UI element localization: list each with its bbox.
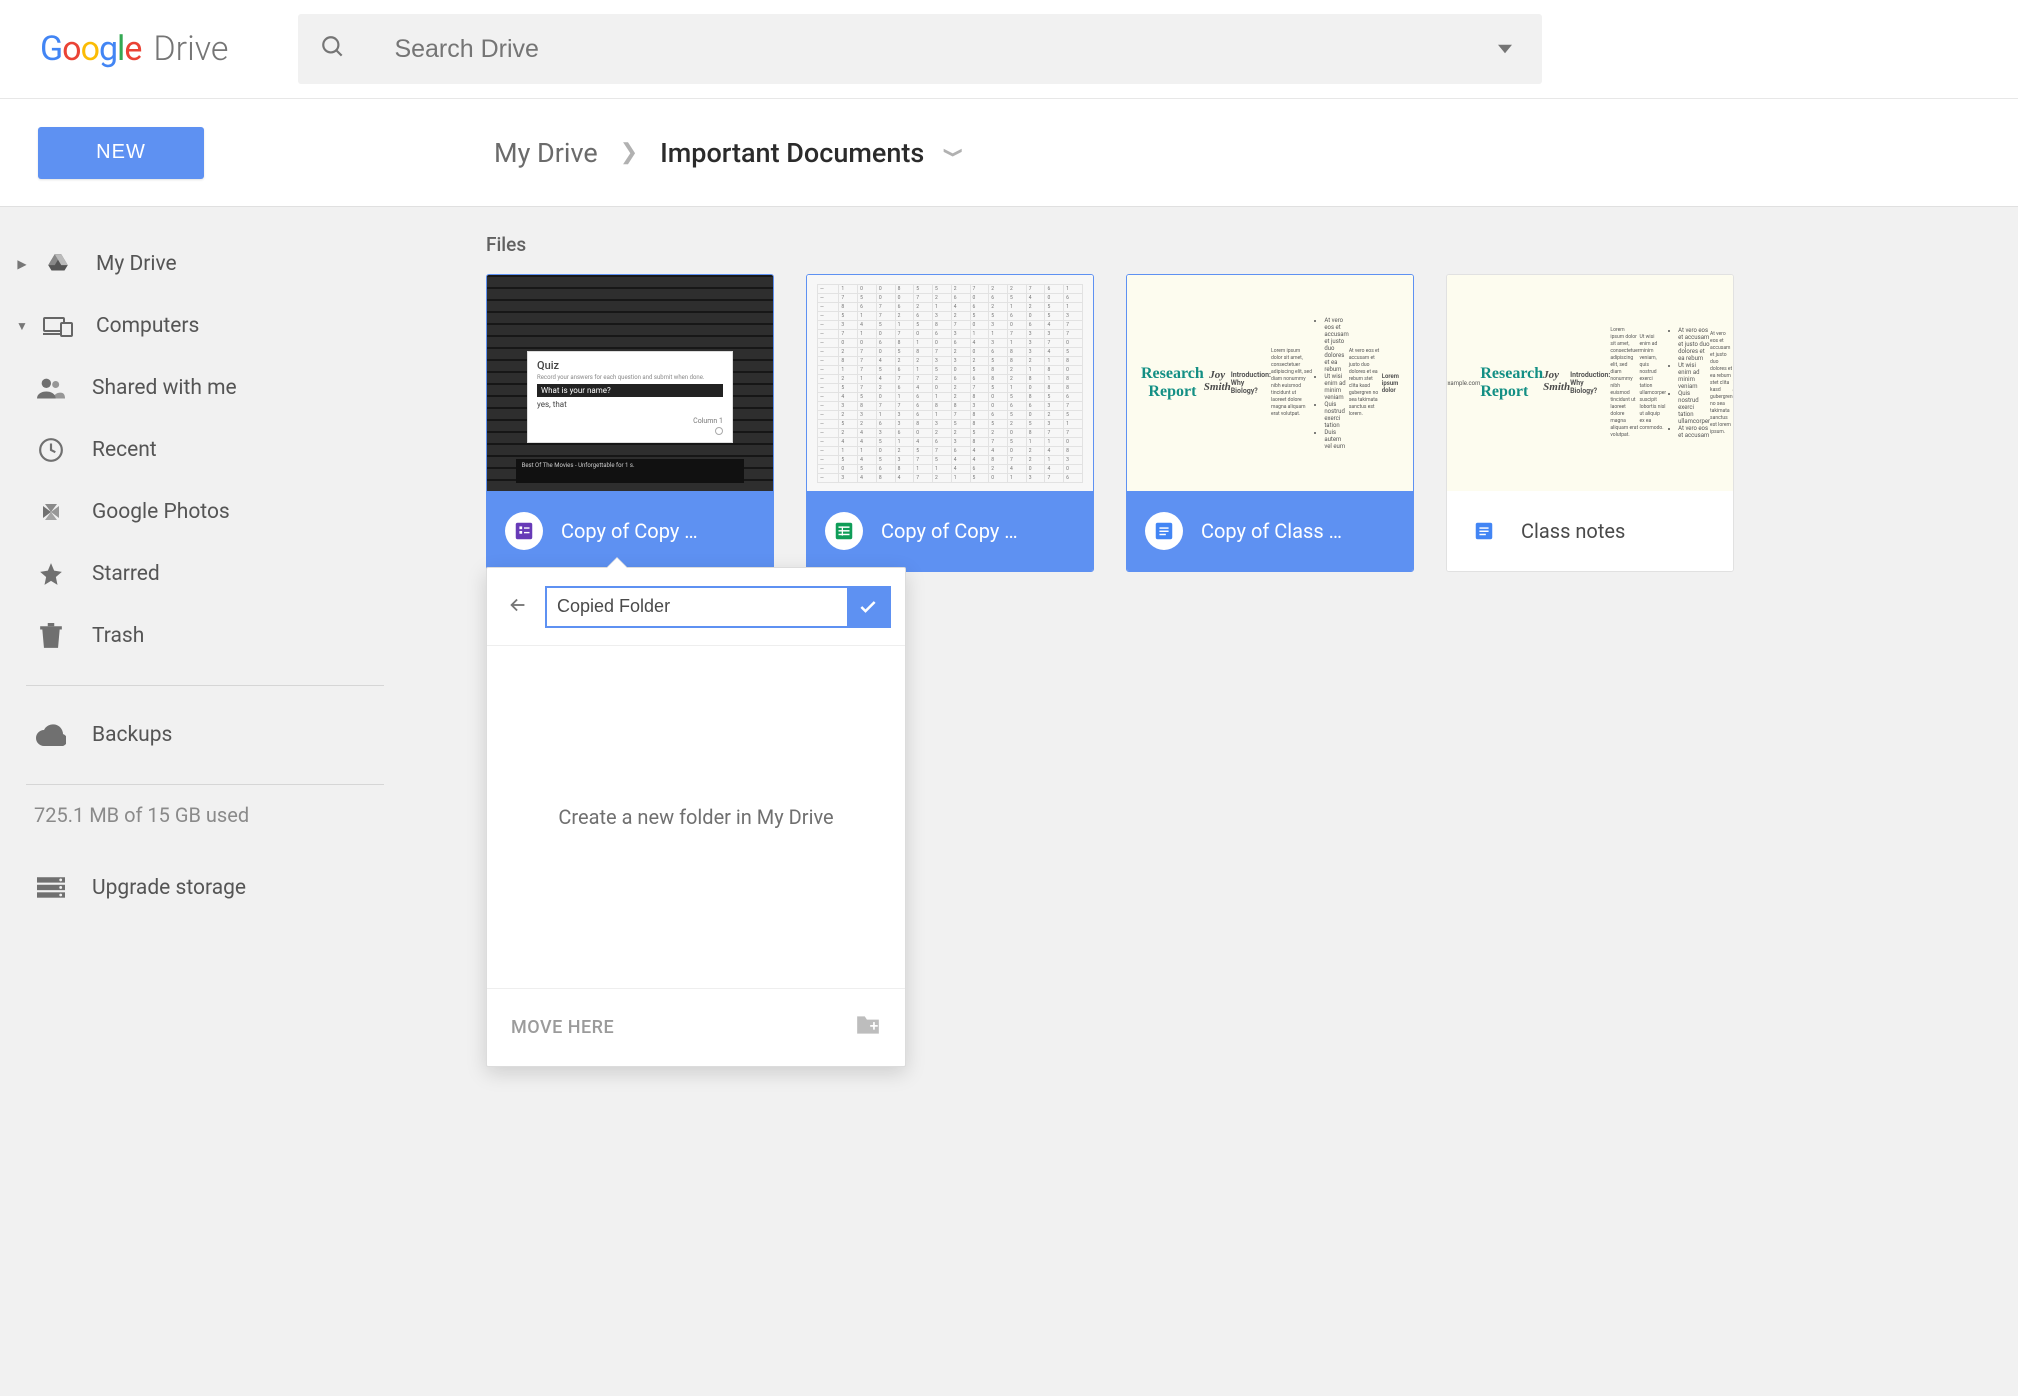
files-grid: Quiz Record your answers for each questi…	[486, 274, 2018, 572]
thumb-form-title: Quiz	[537, 359, 723, 372]
thumb-form-hint: Record your answers for each question an…	[537, 374, 723, 381]
thumb-doc-heading: Introduction: Why Biology?	[1231, 371, 1271, 395]
divider	[26, 784, 384, 785]
sidebar-item-recent[interactable]: Recent	[0, 419, 410, 481]
google-logo-text: Google	[40, 29, 141, 69]
popover-body-text: Create a new folder in My Drive	[558, 805, 833, 829]
file-name: Class notes	[1521, 519, 1625, 543]
thumb-doc-author: Joy Smith	[1543, 369, 1570, 393]
file-card-footer: Copy of Copy …	[487, 491, 773, 571]
computers-icon	[34, 314, 82, 338]
logo[interactable]: Google Drive	[40, 29, 228, 69]
search-icon	[320, 34, 346, 64]
search-box[interactable]	[298, 14, 1542, 84]
file-card-footer: Copy of Class …	[1127, 491, 1413, 571]
header: Google Drive	[0, 0, 2018, 99]
sidebar-item-starred[interactable]: Starred	[0, 543, 410, 605]
sidebar-item-trash[interactable]: Trash	[0, 605, 410, 667]
breadcrumb-current[interactable]: Important Documents	[660, 137, 924, 169]
folder-name-input[interactable]	[547, 588, 847, 626]
sidebar-item-label: Shared with me	[92, 376, 237, 400]
sidebar-item-computers[interactable]: ▼ Computers	[0, 295, 410, 357]
file-name: Copy of Copy …	[561, 519, 698, 543]
breadcrumb-root[interactable]: My Drive	[494, 137, 598, 169]
sidebar-item-shared[interactable]: Shared with me	[0, 357, 410, 419]
cloud-icon	[34, 724, 68, 746]
thumb-form-answer: yes, that	[537, 400, 723, 409]
file-card[interactable]: Research Report Joy Smith Introduction: …	[1126, 274, 1414, 572]
sidebar-item-label: My Drive	[96, 252, 177, 276]
docs-file-icon	[1465, 512, 1503, 550]
file-thumbnail: Research Report Joy Smith Introduction: …	[1127, 275, 1413, 491]
sidebar-item-label: Recent	[92, 438, 157, 462]
toolbar: NEW My Drive ❯ Important Documents ❯	[0, 99, 2018, 207]
sidebar-item-label: Trash	[92, 624, 144, 648]
file-card[interactable]: Quiz Record your answers for each questi…	[486, 274, 774, 572]
thumb-form-footer: Best Of The Movies - Unforgettable for 1…	[516, 459, 745, 483]
new-folder-icon[interactable]	[855, 1014, 881, 1041]
sidebar-item-photos[interactable]: Google Photos	[0, 481, 410, 543]
confirm-button[interactable]	[847, 588, 889, 626]
sidebar-item-label: Backups	[92, 723, 172, 747]
sidebar-item-backups[interactable]: Backups	[0, 704, 410, 766]
new-button[interactable]: NEW	[38, 127, 204, 179]
divider	[26, 685, 384, 686]
star-icon	[34, 561, 68, 587]
chevron-down-icon[interactable]: ❯	[943, 146, 964, 158]
file-card[interactable]: —1008552722761—7500726065406—86762146212…	[806, 274, 1094, 572]
sidebar-item-label: Google Photos	[92, 500, 230, 524]
forms-file-icon	[505, 512, 543, 550]
people-icon	[34, 377, 68, 399]
docs-file-icon	[1145, 512, 1183, 550]
file-thumbnail: Quiz Record your answers for each questi…	[487, 275, 773, 491]
file-thumbnail: Teacher: Ms. Wendy Writer Email: no_repl…	[1447, 275, 1733, 491]
main: Files Quiz Record your answers for each …	[410, 207, 2018, 1396]
sidebar: ▶ My Drive ▼ Computers Shared with me	[0, 207, 410, 1396]
content: ▶ My Drive ▼ Computers Shared with me	[0, 207, 2018, 1396]
expand-caret-icon[interactable]: ▶	[10, 257, 34, 271]
drive-icon	[34, 251, 82, 277]
thumb-doc-title: Research Report	[1141, 365, 1204, 401]
sheets-file-icon	[825, 512, 863, 550]
popover-body: Create a new folder in My Drive	[487, 646, 905, 988]
move-popover: Create a new folder in My Drive MOVE HER…	[486, 567, 906, 1067]
trash-icon	[34, 623, 68, 649]
file-card-footer: Copy of Copy …	[807, 491, 1093, 571]
sidebar-item-my-drive[interactable]: ▶ My Drive	[0, 233, 410, 295]
file-name: Copy of Class …	[1201, 519, 1342, 543]
move-here-button[interactable]: MOVE HERE	[511, 1017, 614, 1038]
breadcrumb: My Drive ❯ Important Documents ❯	[494, 137, 961, 169]
popover-footer: MOVE HERE	[487, 988, 905, 1066]
sidebar-item-label: Starred	[92, 562, 160, 586]
file-name: Copy of Copy …	[881, 519, 1018, 543]
popover-header	[487, 568, 905, 646]
clock-icon	[34, 437, 68, 463]
sidebar-item-label: Upgrade storage	[92, 876, 246, 900]
product-name: Drive	[153, 29, 228, 69]
thumb-form-question: What is your name?	[537, 384, 723, 397]
thumb-doc-byline2: Email: no_reply@example.com	[1447, 373, 1480, 387]
thumb-form-col: Column 1	[693, 417, 723, 425]
search-input[interactable]	[394, 35, 1520, 64]
storage-icon	[34, 877, 68, 899]
folder-name-field-wrapper	[545, 586, 891, 628]
thumb-doc-author: Joy Smith	[1204, 369, 1231, 393]
pinwheel-icon	[34, 500, 68, 524]
file-card-footer: Class notes	[1447, 491, 1733, 571]
thumb-doc-heading: Introduction: Why Biology?	[1570, 371, 1610, 395]
chevron-right-icon: ❯	[620, 140, 638, 165]
search-options-caret-icon[interactable]	[1498, 14, 1512, 84]
files-section-label: Files	[486, 233, 2018, 256]
sidebar-item-upgrade[interactable]: Upgrade storage	[0, 857, 410, 919]
thumb-doc-title: Research Report	[1480, 365, 1543, 401]
file-thumbnail: —1008552722761—7500726065406—86762146212…	[807, 275, 1093, 491]
file-card[interactable]: Teacher: Ms. Wendy Writer Email: no_repl…	[1446, 274, 1734, 572]
sidebar-item-label: Computers	[96, 314, 199, 338]
storage-used: 725.1 MB of 15 GB used	[0, 803, 410, 827]
expand-caret-icon[interactable]: ▼	[10, 319, 34, 333]
back-arrow-icon[interactable]	[501, 588, 535, 626]
